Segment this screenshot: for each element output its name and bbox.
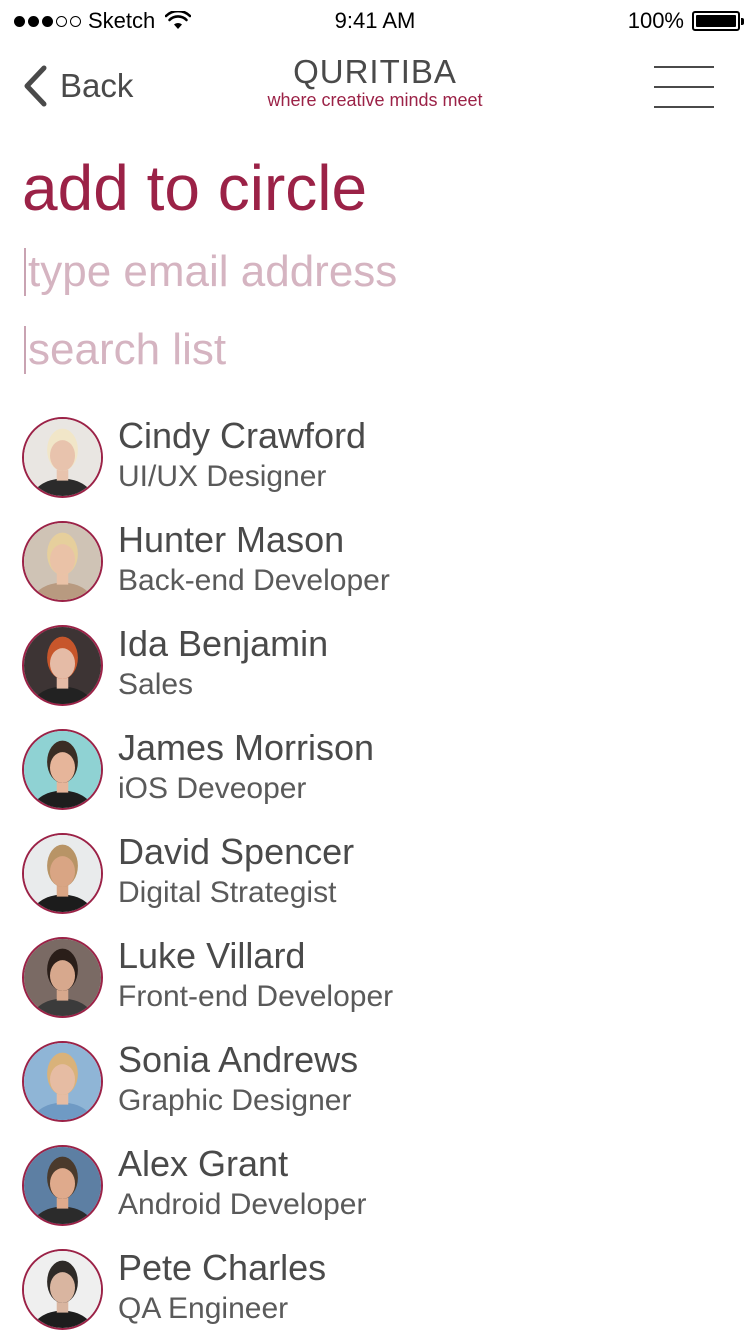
brand-name: QURITIBA [293,53,457,90]
battery-percent: 100% [627,8,684,33]
contact-row[interactable]: Ida Benjamin Sales [0,620,750,724]
page-title: add to circle [22,152,368,224]
contact-row[interactable]: Luke Villard Front-end Developer [0,932,750,1036]
add-to-circle-screen: Sketch 9:41 AM 100% Back QURITIBA where … [0,0,750,1334]
contact-role: iOS Deveoper [118,772,307,805]
avatar [22,521,103,602]
contact-role: Front-end Developer [118,980,394,1013]
battery-icon [692,11,744,31]
avatar-photo [24,523,101,600]
brand-logo: QURITIBA where creative minds meet [0,53,750,111]
status-bar: Sketch 9:41 AM 100% [0,0,750,40]
search-input[interactable] [28,325,708,375]
contact-role: Back-end Developer [118,564,390,597]
avatar [22,833,103,914]
avatar-photo [24,731,101,808]
avatar-photo [24,627,101,704]
contact-name: James Morrison [118,727,375,768]
contact-list: Cindy Crawford UI/UX Designer Hunter Mas… [0,412,750,1334]
avatar [22,1145,103,1226]
search-field-container [24,322,724,378]
avatar-photo [24,835,101,912]
avatar [22,1249,103,1330]
avatar-photo [24,939,101,1016]
contact-name: David Spencer [118,831,355,872]
contact-name: Luke Villard [118,935,306,976]
avatar [22,729,103,810]
contact-role: UI/UX Designer [118,460,327,493]
avatar-photo [24,419,101,496]
contact-role: QA Engineer [118,1292,289,1325]
avatar-photo [24,1043,101,1120]
text-caret [24,248,26,296]
contact-row[interactable]: Hunter Mason Back-end Developer [0,516,750,620]
contact-role: Digital Strategist [118,876,337,909]
avatar-photo [24,1147,101,1224]
contact-role: Android Developer [118,1188,367,1221]
contact-name: Alex Grant [118,1143,289,1184]
text-caret [24,326,26,374]
contact-row[interactable]: Cindy Crawford UI/UX Designer [0,412,750,516]
contact-row[interactable]: Sonia Andrews Graphic Designer [0,1036,750,1140]
contact-name: Cindy Crawford [118,415,367,456]
avatar [22,417,103,498]
menu-button[interactable] [654,66,714,110]
avatar [22,625,103,706]
contact-row[interactable]: James Morrison iOS Deveoper [0,724,750,828]
contact-row[interactable]: Alex Grant Android Developer [0,1140,750,1244]
nav-bar: Back QURITIBA where creative minds meet [0,50,750,130]
contact-name: Hunter Mason [118,519,345,560]
status-right: 100% [627,8,744,34]
contact-row[interactable]: David Spencer Digital Strategist [0,828,750,932]
contact-role: Sales [118,668,194,701]
contact-row[interactable]: Pete Charles QA Engineer [0,1244,750,1334]
contact-name: Pete Charles [118,1247,327,1288]
contact-name: Ida Benjamin [118,623,329,664]
email-input[interactable] [28,247,708,297]
contact-name: Sonia Andrews [118,1039,359,1080]
email-field-container [24,244,724,300]
brand-tagline: where creative minds meet [267,90,483,110]
avatar [22,1041,103,1122]
avatar [22,937,103,1018]
avatar-photo [24,1251,101,1328]
contact-role: Graphic Designer [118,1084,352,1117]
